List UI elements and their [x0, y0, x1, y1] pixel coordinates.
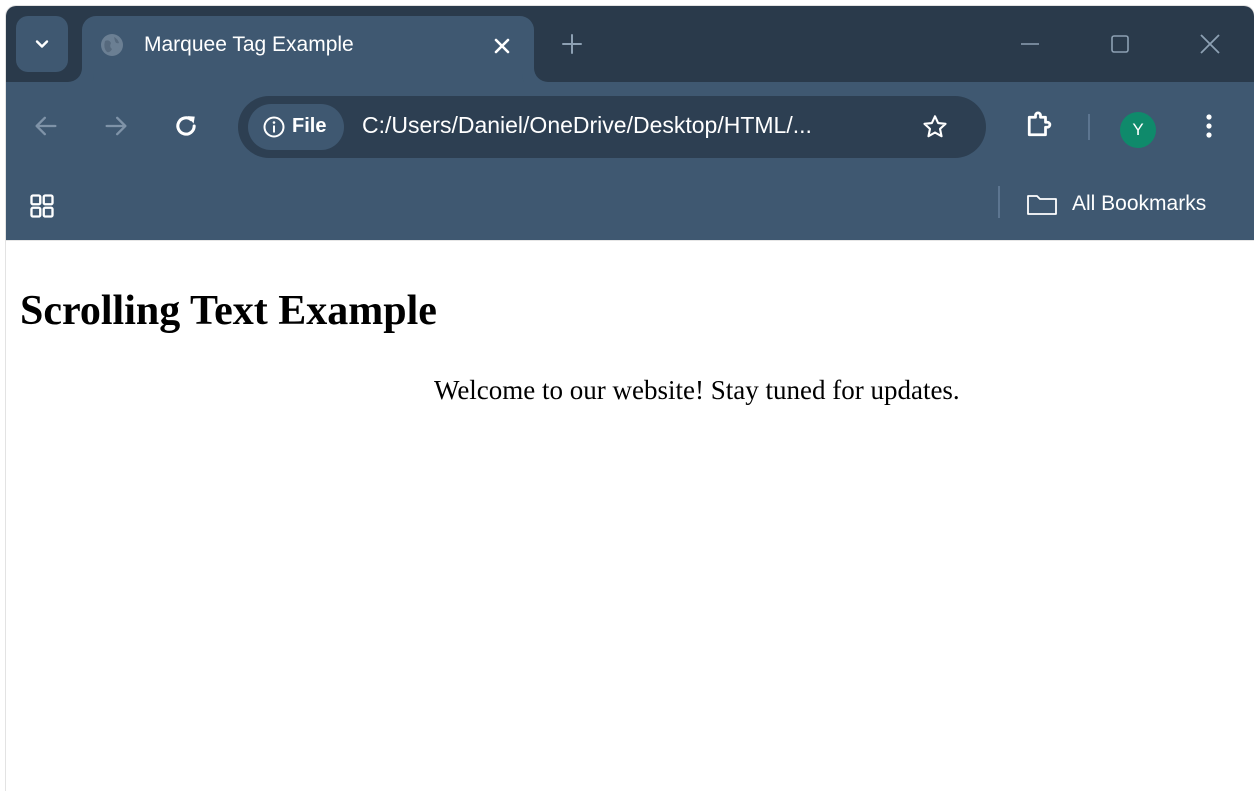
all-bookmarks-button[interactable]: All Bookmarks: [1026, 184, 1206, 224]
tab-search-button[interactable]: [16, 16, 68, 72]
window-close-button[interactable]: [1190, 26, 1230, 62]
star-icon: [923, 115, 947, 138]
active-tab[interactable]: Marquee Tag Example: [82, 16, 534, 82]
minimize-button[interactable]: [1010, 26, 1050, 62]
back-button[interactable]: [26, 106, 66, 146]
bookmark-star-button[interactable]: [918, 110, 952, 144]
tab-strip: Marquee Tag Example: [6, 6, 1254, 82]
reload-icon: [176, 116, 196, 136]
forward-button[interactable]: [96, 106, 136, 146]
puzzle-icon: [1027, 111, 1052, 137]
site-scheme-label: File: [292, 115, 327, 137]
maximize-icon: [1111, 35, 1129, 53]
info-icon: [263, 116, 285, 138]
new-tab-button[interactable]: [556, 28, 588, 60]
close-icon: [1200, 34, 1220, 54]
tab-close-button[interactable]: [488, 32, 516, 60]
profile-avatar[interactable]: Y: [1120, 112, 1156, 148]
plus-icon: [562, 34, 582, 54]
apps-button[interactable]: [24, 188, 60, 224]
browser-window: Marquee Tag Example File C:/Users/Daniel…: [6, 6, 1254, 791]
chevron-down-icon: [35, 40, 49, 48]
toolbar-divider: [1088, 114, 1090, 140]
tab-title: Marquee Tag Example: [144, 33, 354, 56]
apps-grid-icon: [30, 194, 54, 218]
extensions-button[interactable]: [1018, 106, 1058, 146]
reload-button[interactable]: [166, 106, 206, 146]
address-bar[interactable]: File C:/Users/Daniel/OneDrive/Desktop/HT…: [238, 96, 986, 158]
page-heading: Scrolling Text Example: [20, 288, 437, 334]
bookmarks-divider: [998, 186, 1000, 218]
globe-icon: [101, 34, 123, 56]
folder-icon: [1027, 195, 1057, 215]
bookmarks-bar: All Bookmarks: [6, 172, 1254, 240]
url-text[interactable]: C:/Users/Daniel/OneDrive/Desktop/HTML/..…: [362, 112, 812, 139]
close-icon: [494, 38, 510, 54]
minimize-icon: [1021, 43, 1039, 45]
browser-menu-button[interactable]: [1194, 106, 1224, 146]
arrow-right-icon: [105, 116, 127, 136]
all-bookmarks-label: All Bookmarks: [1072, 192, 1207, 215]
maximize-button[interactable]: [1100, 26, 1140, 62]
page-viewport: Scrolling Text Example Welcome to our we…: [6, 240, 1254, 791]
kebab-menu-icon: [1206, 114, 1212, 138]
marquee-text: Welcome to our website! Stay tuned for u…: [434, 375, 960, 405]
arrow-left-icon: [35, 116, 57, 136]
site-info-chip[interactable]: File: [248, 104, 344, 150]
browser-toolbar: File C:/Users/Daniel/OneDrive/Desktop/HT…: [6, 82, 1254, 172]
marquee-container: Welcome to our website! Stay tuned for u…: [20, 369, 1240, 413]
